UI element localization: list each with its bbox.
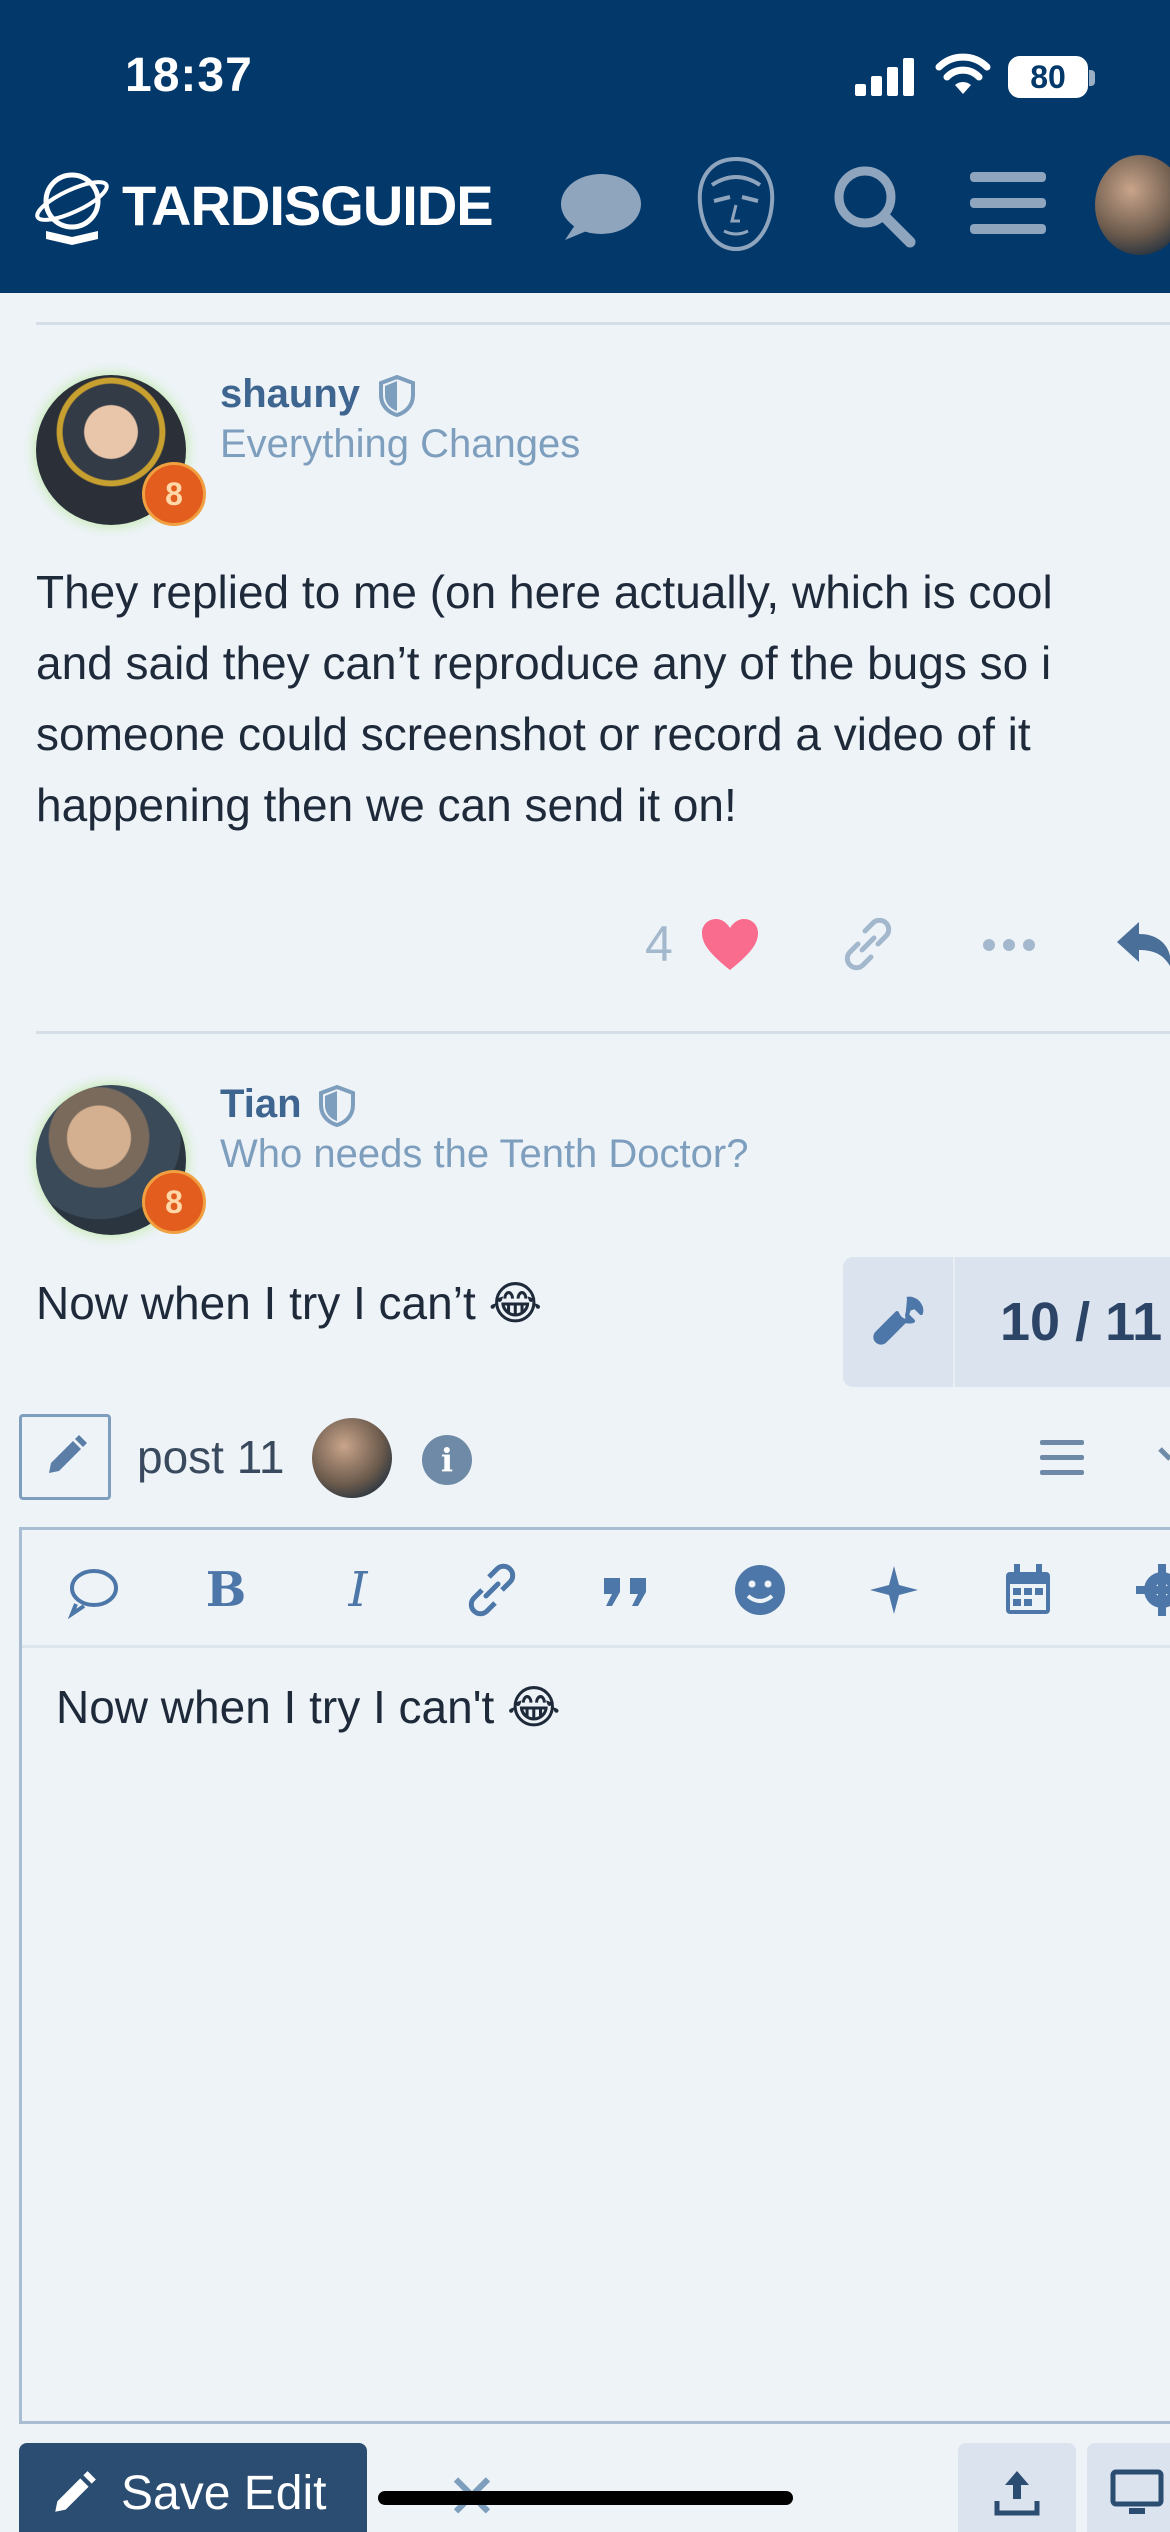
info-icon[interactable]: i	[422, 1435, 472, 1485]
ai-sparkle-icon[interactable]	[864, 1560, 924, 1620]
pencil-icon	[49, 1435, 87, 1473]
tardisguide-globe-icon	[35, 172, 109, 245]
hamburger-menu-icon[interactable]	[970, 172, 1046, 234]
wrench-icon	[873, 1296, 924, 1345]
post-body: They replied to me (on here actually, wh…	[36, 557, 1170, 841]
post-username[interactable]: Tian	[220, 1082, 302, 1127]
post-line: They replied to me (on here actually, wh…	[36, 566, 1053, 618]
brand-name: TARDISGUIDE	[122, 173, 494, 237]
emoji-icon[interactable]	[730, 1560, 790, 1620]
status-time: 18:37	[125, 49, 253, 102]
post-divider	[36, 1031, 1170, 1034]
upload-button[interactable]	[958, 2443, 1076, 2532]
edit-mode-toggle[interactable]	[19, 1414, 111, 1500]
topic-progress[interactable]: 10 / 11	[843, 1257, 1170, 1387]
bold-button[interactable]: B	[196, 1560, 256, 1620]
post-line: someone could screenshot or record a vid…	[36, 708, 1031, 760]
site-logo[interactable]: TARDISGUIDE	[32, 165, 494, 245]
calendar-icon[interactable]	[998, 1560, 1058, 1620]
post-username[interactable]: shauny	[220, 372, 360, 417]
search-icon[interactable]	[830, 162, 916, 248]
link-icon[interactable]	[838, 918, 898, 972]
save-edit-label: Save Edit	[121, 2466, 327, 2520]
chevron-down-icon[interactable]	[1158, 1445, 1170, 1469]
post-divider	[36, 322, 1170, 325]
user-flair-badge: 8	[142, 462, 206, 526]
cellular-signal-icon	[855, 58, 917, 96]
post-line: happening then we can send it on!	[36, 779, 737, 831]
composer-menu-icon[interactable]	[1040, 1438, 1084, 1478]
save-edit-button[interactable]: Save Edit	[19, 2443, 367, 2532]
moderator-shield-icon	[379, 375, 415, 417]
upload-icon	[994, 2471, 1040, 2516]
gear-icon[interactable]	[1132, 1560, 1170, 1620]
link-button-icon[interactable]	[462, 1560, 522, 1620]
home-indicator	[378, 2491, 793, 2505]
current-user-avatar[interactable]	[1095, 155, 1170, 255]
post-line: and said they can’t reproduce any of the…	[36, 637, 1052, 689]
post-editor[interactable]: B I Now when I try I can't 😂	[19, 1527, 1170, 2424]
chat-icon[interactable]	[555, 170, 643, 246]
more-options-icon[interactable]	[982, 938, 1036, 952]
wifi-icon	[935, 53, 991, 94]
post-progress-count: 10 / 11	[1000, 1292, 1163, 1352]
editor-toolbar: B I	[22, 1530, 1170, 1648]
app-header: 18:37 80 TARDISGUIDE	[0, 0, 1170, 293]
pencil-icon	[55, 2471, 96, 2512]
composer-header: post 11 i	[0, 1400, 1170, 1520]
moderator-shield-icon	[319, 1085, 355, 1127]
post-author-avatar	[312, 1418, 392, 1498]
editor-textarea-content[interactable]: Now when I try I can't 😂	[56, 1680, 561, 1734]
reply-icon[interactable]	[1115, 918, 1170, 972]
blockquote-icon[interactable]	[596, 1560, 656, 1620]
heart-icon[interactable]	[700, 918, 760, 972]
user-title: Who needs the Tenth Doctor?	[220, 1132, 749, 1176]
desktop-icon	[1110, 2469, 1164, 2514]
admin-wrench-button[interactable]	[843, 1257, 955, 1387]
like-count[interactable]: 4	[645, 915, 673, 973]
user-title: Everything Changes	[220, 422, 581, 466]
quote-bubble-icon[interactable]	[62, 1560, 122, 1620]
italic-button[interactable]: I	[328, 1560, 388, 1620]
doctor-face-icon[interactable]	[690, 155, 782, 253]
preview-toggle-button[interactable]	[1087, 2443, 1170, 2532]
battery-indicator: 80	[1008, 56, 1095, 98]
editing-post-reference: post 11	[137, 1431, 285, 1483]
user-flair-badge: 8	[142, 1170, 206, 1234]
